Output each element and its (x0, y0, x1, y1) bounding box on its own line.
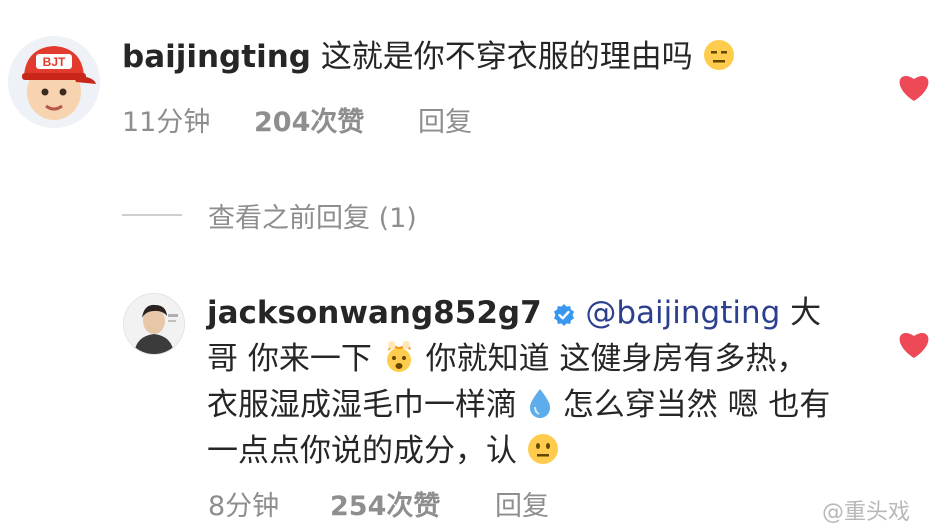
exploding-head-icon (382, 339, 416, 384)
reply-time: 8分钟 (208, 491, 280, 522)
heart-icon[interactable] (897, 72, 931, 102)
view-previous-replies[interactable]: 查看之前回复 (1) (122, 196, 522, 235)
comment-time: 11分钟 (122, 107, 211, 138)
reply-mention-link[interactable]: @baijingting (585, 295, 780, 331)
watermark: @重头戏 (822, 500, 911, 525)
view-replies-label[interactable]: 查看之前回复 (1) (208, 196, 417, 235)
avatar-jacksonwang[interactable] (123, 293, 185, 355)
comment-body: baijingting 这就是你不穿衣服的理由吗 (122, 36, 812, 82)
avatar-badge: BJT (43, 55, 66, 69)
reply-reply-button[interactable]: 回复 (495, 484, 549, 523)
neutral-face-icon (527, 433, 559, 476)
expressionless-face-icon (703, 39, 735, 82)
comment-meta: 11分钟 204次赞 回复 (0, 100, 945, 139)
comment-reply-button[interactable]: 回复 (418, 100, 472, 139)
comment-likes[interactable]: 204次赞 (254, 100, 364, 139)
reply-likes[interactable]: 254次赞 (330, 484, 440, 523)
heart-icon[interactable] (897, 329, 931, 359)
comment-text: 这就是你不穿衣服的理由吗 (320, 39, 693, 75)
reply-meta: 8分钟 254次赞 回复 (0, 484, 945, 523)
verified-badge-icon (552, 296, 576, 338)
comment-username[interactable]: baijingting (122, 39, 311, 75)
divider-line (122, 214, 182, 216)
droplet-icon (527, 387, 553, 430)
reply-body: jacksonwang852g7 @baijingting 大哥 你来一下 你就… (207, 292, 837, 476)
reply-username[interactable]: jacksonwang852g7 (207, 295, 542, 331)
